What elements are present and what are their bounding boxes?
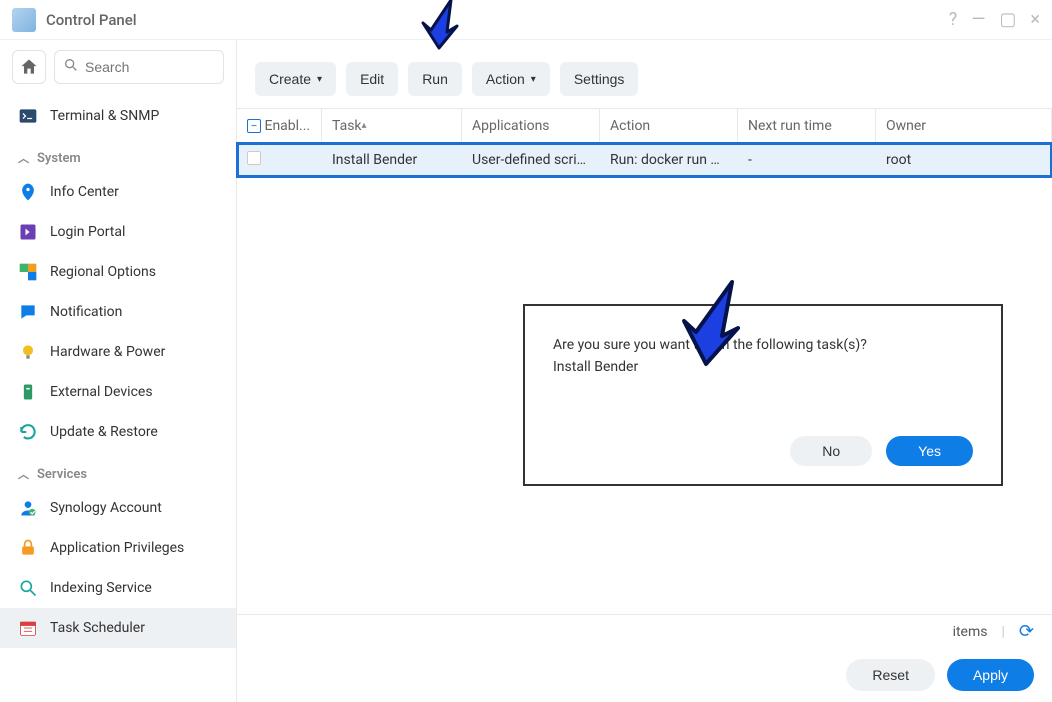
col-enable[interactable]: − Enabl... <box>237 109 322 142</box>
close-icon[interactable]: × <box>1030 9 1040 30</box>
sidebar-item-label: Login Portal <box>50 224 125 240</box>
globe-icon <box>18 262 38 282</box>
cell-action: Run: docker run … <box>600 152 738 168</box>
sidebar-item-label: Update & Restore <box>50 424 158 440</box>
info-icon <box>18 182 38 202</box>
table-row[interactable]: Install Bender User-defined scri… Run: d… <box>237 143 1052 177</box>
col-next-run[interactable]: Next run time <box>738 109 876 142</box>
dialog-message: Are you sure you want to run the followi… <box>553 334 973 436</box>
maximize-icon[interactable]: ▢ <box>999 9 1016 30</box>
sidebar-item-label: Notification <box>50 304 122 320</box>
app-icon <box>12 8 36 32</box>
sidebar-item-label: Synology Account <box>50 500 162 516</box>
sidebar-item-label: Hardware & Power <box>50 344 165 360</box>
chevron-up-icon: ︿ <box>18 466 29 482</box>
footer: Reset Apply <box>237 648 1052 702</box>
minimize-icon[interactable]: — <box>971 9 985 30</box>
window-controls: ? — ▢ × <box>949 9 1040 30</box>
sidebar-item-label: Indexing Service <box>50 580 152 596</box>
home-button[interactable] <box>12 50 46 84</box>
edit-button[interactable]: Edit <box>346 62 398 96</box>
refresh-icon <box>18 422 38 442</box>
portal-icon <box>18 222 38 242</box>
lock-icon <box>18 538 38 558</box>
reset-button[interactable]: Reset <box>846 659 935 691</box>
col-applications[interactable]: Applications <box>462 109 600 142</box>
status-bar: items | ⟳ <box>237 614 1052 648</box>
sidebar-item-terminal-snmp[interactable]: Terminal & SNMP <box>0 96 236 136</box>
col-task[interactable]: Task <box>322 109 462 142</box>
search-icon <box>63 57 79 77</box>
bulb-icon <box>18 342 38 362</box>
table-header-row: − Enabl... Task Applications Action Next… <box>237 109 1052 143</box>
sidebar-item-application-privileges[interactable]: Application Privileges <box>0 528 236 568</box>
confirm-dialog: Are you sure you want to run the followi… <box>523 304 1003 486</box>
user-icon <box>18 498 38 518</box>
calendar-icon <box>18 618 38 638</box>
chat-icon <box>18 302 38 322</box>
terminal-icon <box>18 106 38 126</box>
header-checkbox-icon[interactable]: − <box>247 119 261 133</box>
dialog-no-button[interactable]: No <box>790 436 872 466</box>
run-button[interactable]: Run <box>408 62 462 96</box>
caret-down-icon: ▾ <box>317 74 322 85</box>
content-area: Create▾ Edit Run Action▾ Settings − Enab… <box>237 40 1052 702</box>
sidebar-item-task-scheduler[interactable]: Task Scheduler <box>0 608 236 648</box>
sidebar-item-label: Info Center <box>50 184 119 200</box>
col-action[interactable]: Action <box>600 109 738 142</box>
search-list-icon <box>18 578 38 598</box>
create-button[interactable]: Create▾ <box>255 62 336 96</box>
sidebar-item-label: External Devices <box>50 384 153 400</box>
home-icon <box>19 57 39 77</box>
sidebar-item-external-devices[interactable]: External Devices <box>0 372 236 412</box>
action-button[interactable]: Action▾ <box>472 62 550 96</box>
sidebar-item-label: Regional Options <box>50 264 156 280</box>
cell-applications: User-defined scri… <box>462 152 600 168</box>
row-checkbox[interactable] <box>247 151 261 165</box>
apply-button[interactable]: Apply <box>947 659 1034 691</box>
col-owner[interactable]: Owner <box>876 109 1052 142</box>
titlebar: Control Panel ? — ▢ × <box>0 0 1052 40</box>
cell-next-run: - <box>738 152 876 168</box>
items-label: items <box>953 624 988 640</box>
window-title: Control Panel <box>46 11 137 29</box>
sidebar-item-regional-options[interactable]: Regional Options <box>0 252 236 292</box>
sidebar-item-info-center[interactable]: Info Center <box>0 172 236 212</box>
task-table: − Enabl... Task Applications Action Next… <box>237 108 1052 177</box>
cell-task: Install Bender <box>322 152 462 168</box>
help-icon[interactable]: ? <box>949 9 958 30</box>
dialog-yes-button[interactable]: Yes <box>886 436 973 466</box>
section-header-services[interactable]: ︿ Services <box>0 452 236 488</box>
sidebar-item-label: Terminal & SNMP <box>50 108 159 124</box>
search-input[interactable] <box>85 59 215 75</box>
sidebar: Terminal & SNMP ︿ System Info Center Log… <box>0 40 237 702</box>
search-box[interactable] <box>54 50 224 84</box>
sidebar-item-login-portal[interactable]: Login Portal <box>0 212 236 252</box>
sidebar-item-update-restore[interactable]: Update & Restore <box>0 412 236 452</box>
sidebar-item-hardware-power[interactable]: Hardware & Power <box>0 332 236 372</box>
sidebar-item-label: Task Scheduler <box>50 620 145 636</box>
sidebar-item-synology-account[interactable]: Synology Account <box>0 488 236 528</box>
sidebar-item-indexing-service[interactable]: Indexing Service <box>0 568 236 608</box>
toolbar: Create▾ Edit Run Action▾ Settings <box>237 40 1052 108</box>
sidebar-item-label: Application Privileges <box>50 540 184 556</box>
sidebar-item-notification[interactable]: Notification <box>0 292 236 332</box>
device-icon <box>18 382 38 402</box>
refresh-icon[interactable]: ⟳ <box>1019 621 1034 642</box>
cell-owner: root <box>876 152 1052 168</box>
section-header-system[interactable]: ︿ System <box>0 136 236 172</box>
caret-down-icon: ▾ <box>531 74 536 85</box>
chevron-up-icon: ︿ <box>18 150 29 166</box>
settings-button[interactable]: Settings <box>560 62 639 96</box>
